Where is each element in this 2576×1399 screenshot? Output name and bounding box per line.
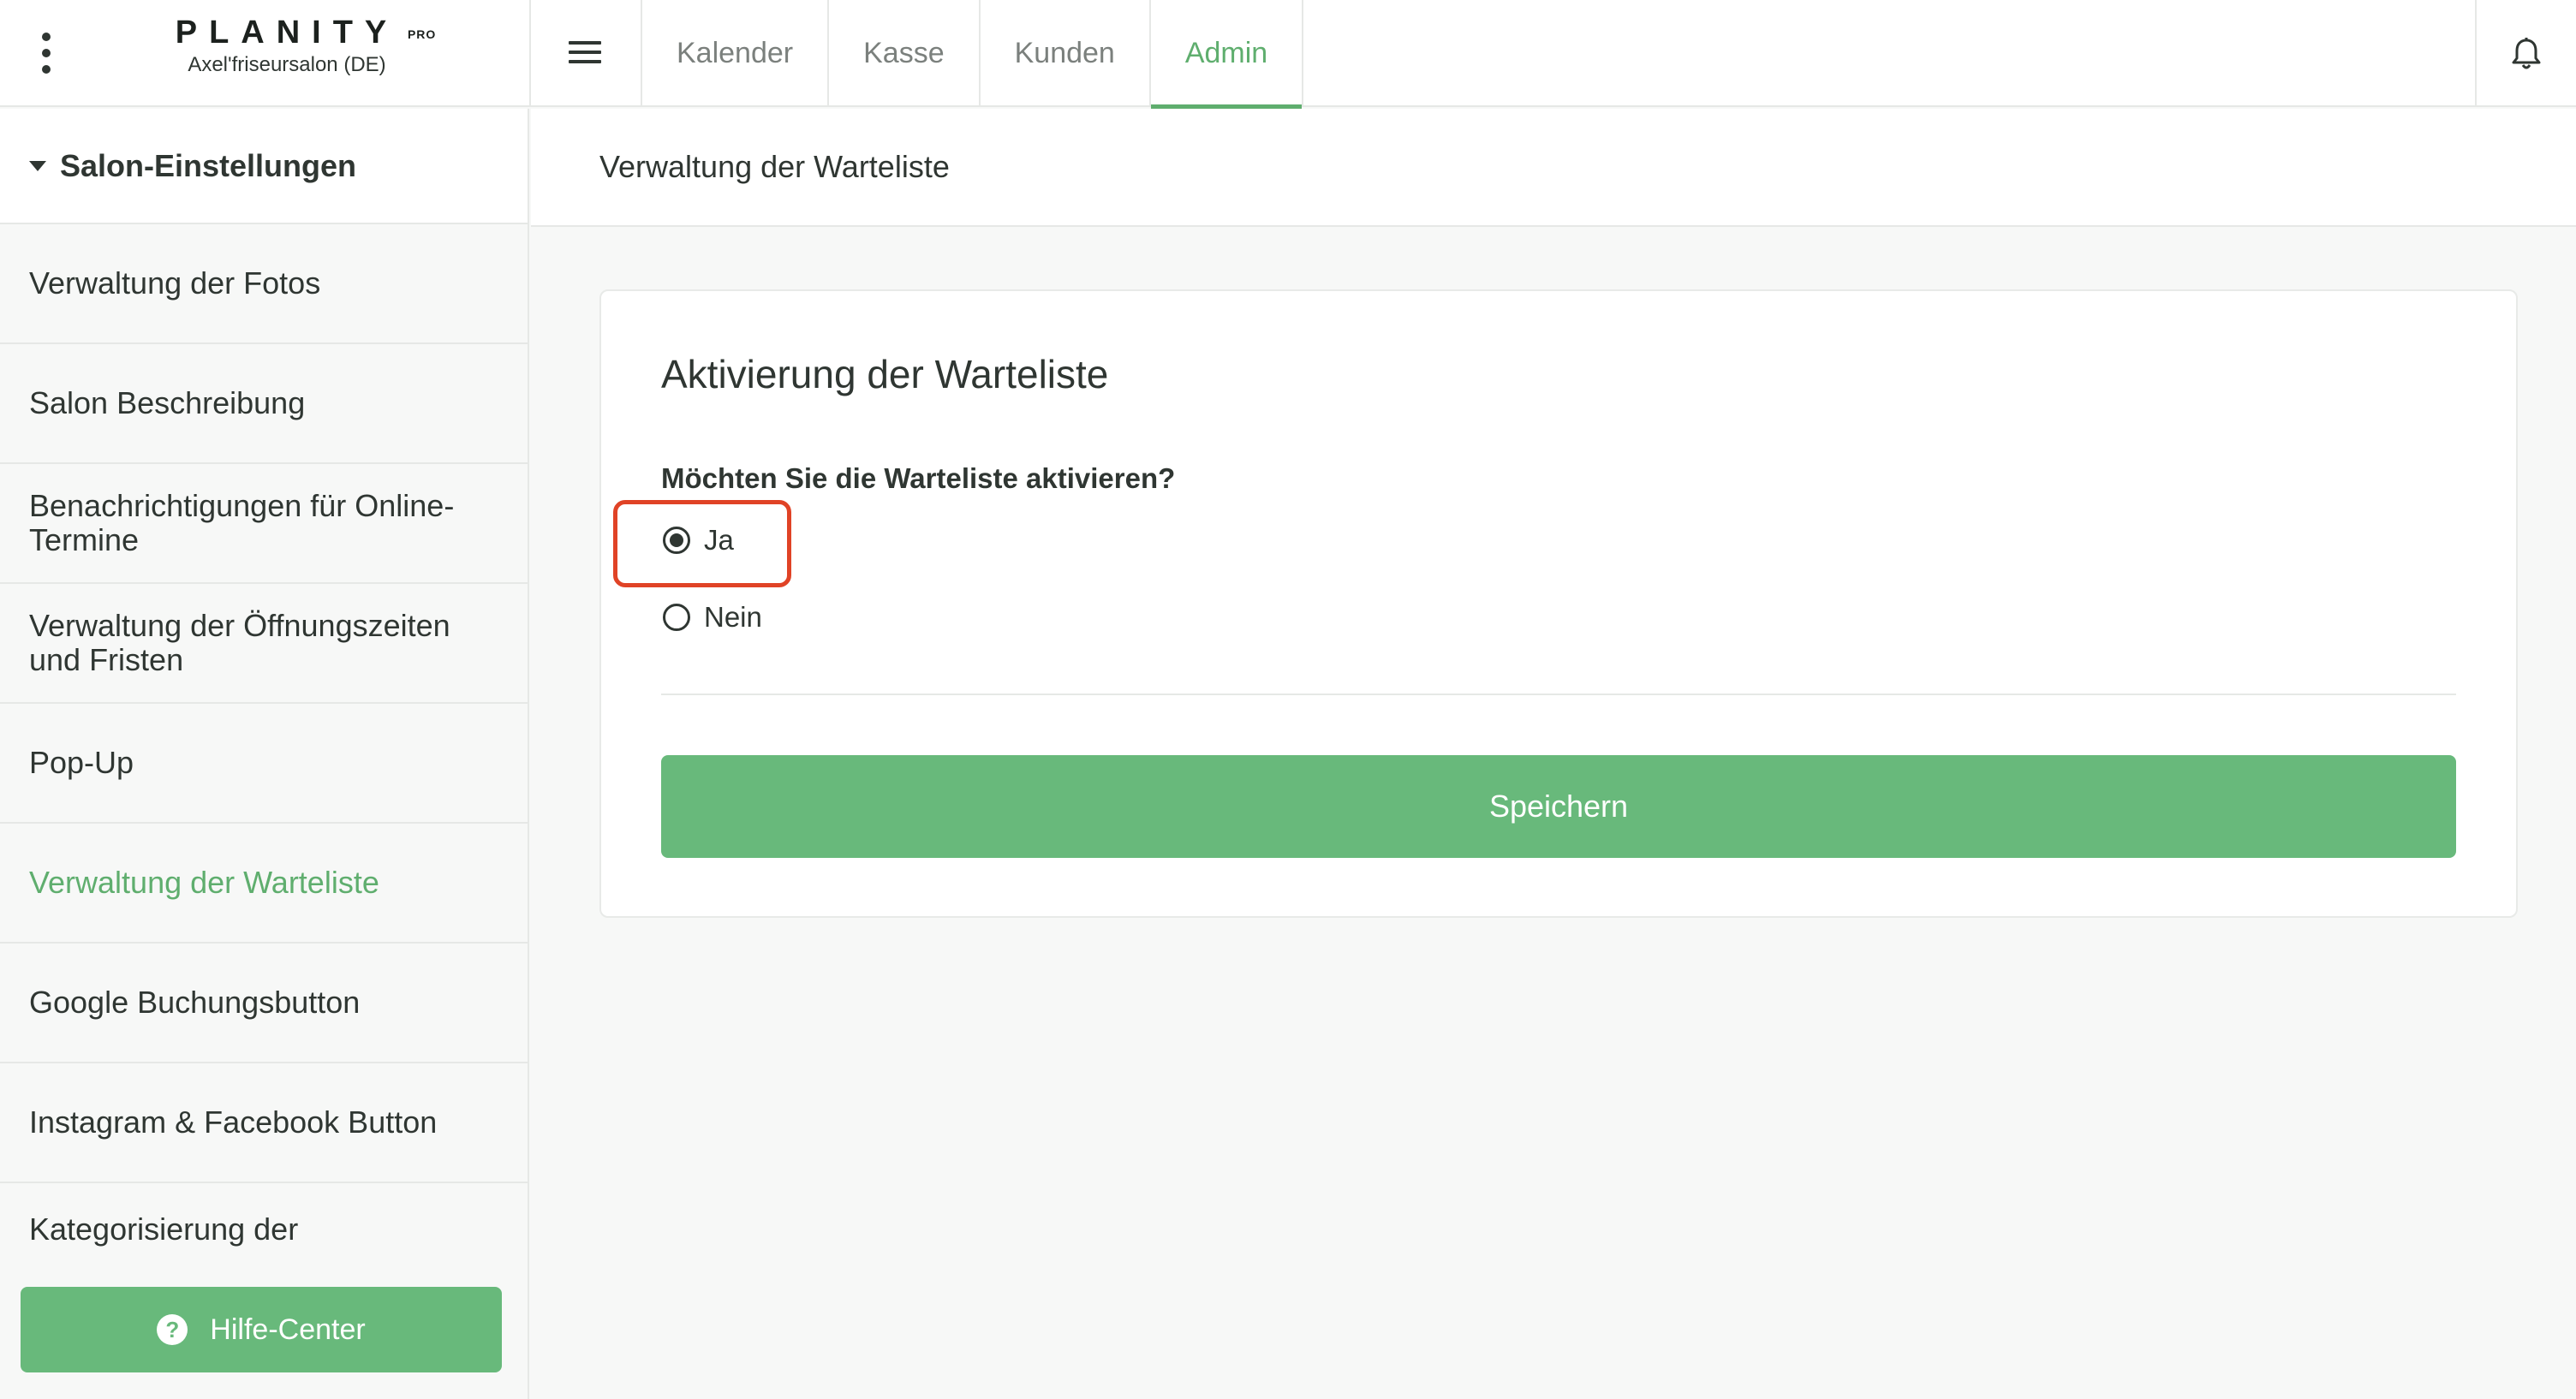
sidebar-section-title: Salon-Einstellungen [60, 147, 357, 183]
radio-label-nein: Nein [704, 601, 762, 633]
help-center-label: Hilfe-Center [210, 1313, 366, 1346]
bell-icon[interactable] [2475, 0, 2576, 107]
tab-kalender[interactable]: Kalender [642, 0, 830, 107]
radio-option-nein[interactable]: Nein [663, 601, 762, 634]
sidebar-item-oeffnungszeiten[interactable]: Verwaltung der Öffnungszeiten und Friste… [0, 584, 528, 704]
brand-logo[interactable]: PLANITY PRO [175, 14, 436, 51]
waitlist-card: Aktivierung der Warteliste Möchten Sie d… [599, 289, 2518, 918]
sidebar: Salon-Einstellungen Verwaltung der Fotos… [0, 109, 529, 1399]
sidebar-item-fotos[interactable]: Verwaltung der Fotos [0, 224, 528, 344]
sidebar-item-warteliste[interactable]: Verwaltung der Warteliste [0, 824, 528, 944]
radio-option-ja[interactable]: Ja [663, 524, 734, 557]
brand: PLANITY PRO Axel'friseursalon (DE) [103, 14, 471, 77]
tab-kasse[interactable]: Kasse [829, 0, 981, 107]
page-title: Verwaltung der Warteliste [531, 109, 2576, 227]
radio-button-unchecked[interactable] [663, 604, 690, 631]
salon-name: Axel'friseursalon (DE) [188, 53, 386, 76]
help-area: ? Hilfe-Center [0, 1251, 528, 1399]
sidebar-item-beschreibung[interactable]: Salon Beschreibung [0, 344, 528, 464]
sidebar-item-google-buchungsbutton[interactable]: Google Buchungsbutton [0, 944, 528, 1063]
waitlist-question: Möchten Sie die Warteliste aktivieren? [661, 462, 1176, 494]
tab-admin[interactable]: Admin [1150, 0, 1304, 109]
radio-button-checked[interactable] [663, 527, 690, 554]
help-circle-icon: ? [157, 1314, 188, 1345]
main-tabs: Kalender Kasse Kunden Admin [642, 0, 1304, 109]
save-button[interactable]: Speichern [661, 755, 2456, 858]
sidebar-item-benachrichtigungen[interactable]: Benachrichtigungen für Online-Termine [0, 464, 528, 584]
hamburger-menu-icon[interactable] [567, 38, 603, 67]
help-center-button[interactable]: ? Hilfe-Center [21, 1287, 502, 1372]
brand-name: PLANITY [175, 15, 399, 51]
card-title: Aktivierung der Warteliste [661, 352, 1109, 396]
more-vertical-icon[interactable] [29, 33, 63, 74]
caret-down-icon [29, 160, 46, 171]
radio-label-ja: Ja [704, 524, 734, 556]
brand-badge: PRO [407, 27, 437, 41]
sidebar-section-salon-einstellungen[interactable]: Salon-Einstellungen [0, 109, 528, 224]
sidebar-item-instagram-facebook[interactable]: Instagram & Facebook Button [0, 1063, 528, 1183]
tab-kunden[interactable]: Kunden [981, 0, 1151, 107]
sidebar-item-popup[interactable]: Pop-Up [0, 704, 528, 824]
top-bar: PLANITY PRO Axel'friseursalon (DE) Kalen… [0, 0, 2576, 109]
form-divider [661, 694, 2456, 695]
divider [529, 0, 531, 107]
